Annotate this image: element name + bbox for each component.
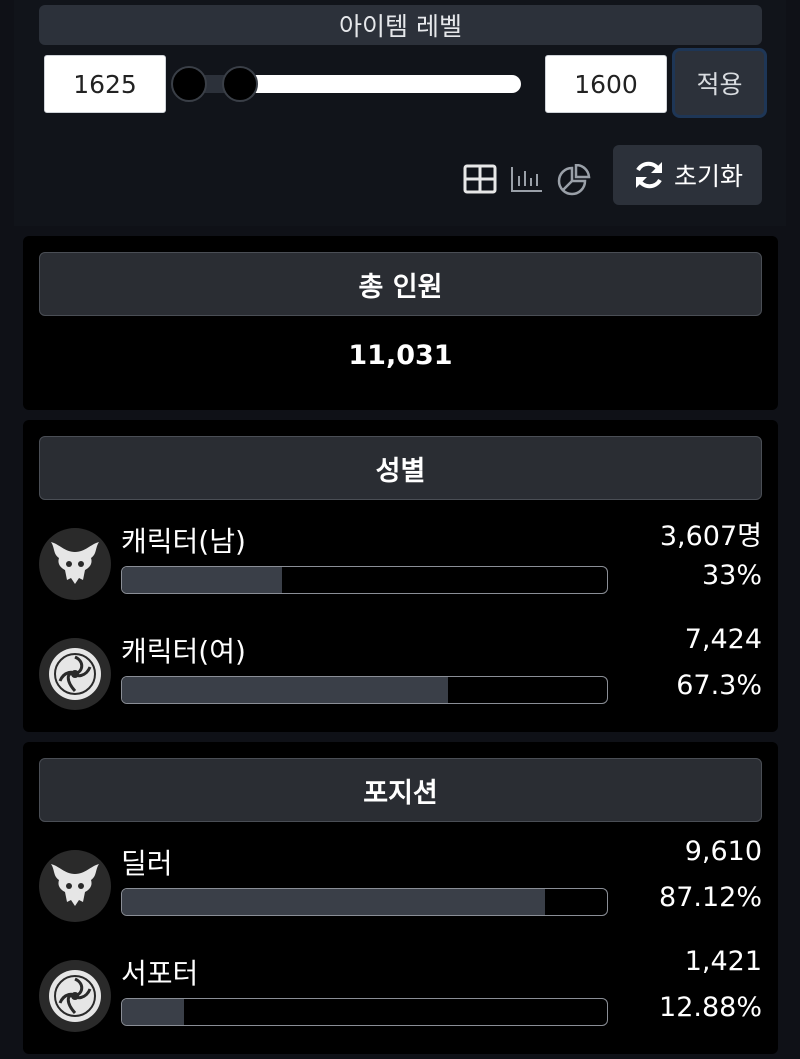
slider-max-thumb[interactable] [222,66,258,102]
bar-chart-icon[interactable] [510,164,544,194]
female-count: 7,424 [684,624,762,655]
stat-row-male: 캐릭터(남) 3,607명 33% [39,520,762,604]
slider-min-thumb[interactable] [171,66,207,102]
spiral-emblem-icon [39,638,111,710]
reset-button[interactable]: 초기화 [613,145,762,205]
total-value: 11,031 [348,340,453,371]
item-level-title: 아이템 레벨 [39,5,762,45]
dealer-percent: 87.12% [659,882,762,913]
demon-icon [39,528,111,600]
male-count: 3,607명 [659,521,762,552]
female-bar-fill [122,677,449,703]
supporter-percent: 12.88% [659,992,762,1023]
male-label: 캐릭터(남) [121,525,246,558]
table-icon[interactable] [463,164,497,194]
position-card: 포지션 딜러 9,610 87.12% 서포터 1,421 12.88% [23,742,778,1054]
max-level-input[interactable] [545,55,667,113]
supporter-count: 1,421 [684,946,762,977]
reset-label: 초기화 [673,162,743,191]
min-level-input[interactable] [44,55,166,113]
male-percent: 33% [701,560,762,591]
dealer-bar-fill [122,889,545,915]
dealer-bar [121,888,608,916]
supporter-bar [121,998,608,1026]
pie-chart-icon[interactable] [557,164,591,196]
supporter-label: 서포터 [121,957,199,990]
gender-card: 성별 캐릭터(남) 3,607명 33% 캐릭터(여) 7,424 67.3% [23,420,778,732]
male-bar [121,566,608,594]
stat-row-dealer: 딜러 9,610 87.12% [39,836,762,926]
female-percent: 67.3% [676,670,762,701]
total-card: 총 인원 11,031 [23,236,778,410]
spiral-emblem-icon [39,960,111,1032]
stat-row-supporter: 서포터 1,421 12.88% [39,946,762,1036]
total-header: 총 인원 [39,252,762,316]
dealer-label: 딜러 [121,847,173,880]
male-bar-fill [122,567,283,593]
demon-icon [39,850,111,922]
female-bar [121,676,608,704]
gender-header: 성별 [39,436,762,500]
position-header: 포지션 [39,758,762,822]
supporter-bar-fill [122,999,185,1025]
refresh-icon [635,161,662,189]
dealer-count: 9,610 [684,836,762,867]
stat-row-female: 캐릭터(여) 7,424 67.3% [39,624,762,714]
apply-button[interactable]: 적용 [672,48,767,118]
female-label: 캐릭터(여) [121,635,246,668]
